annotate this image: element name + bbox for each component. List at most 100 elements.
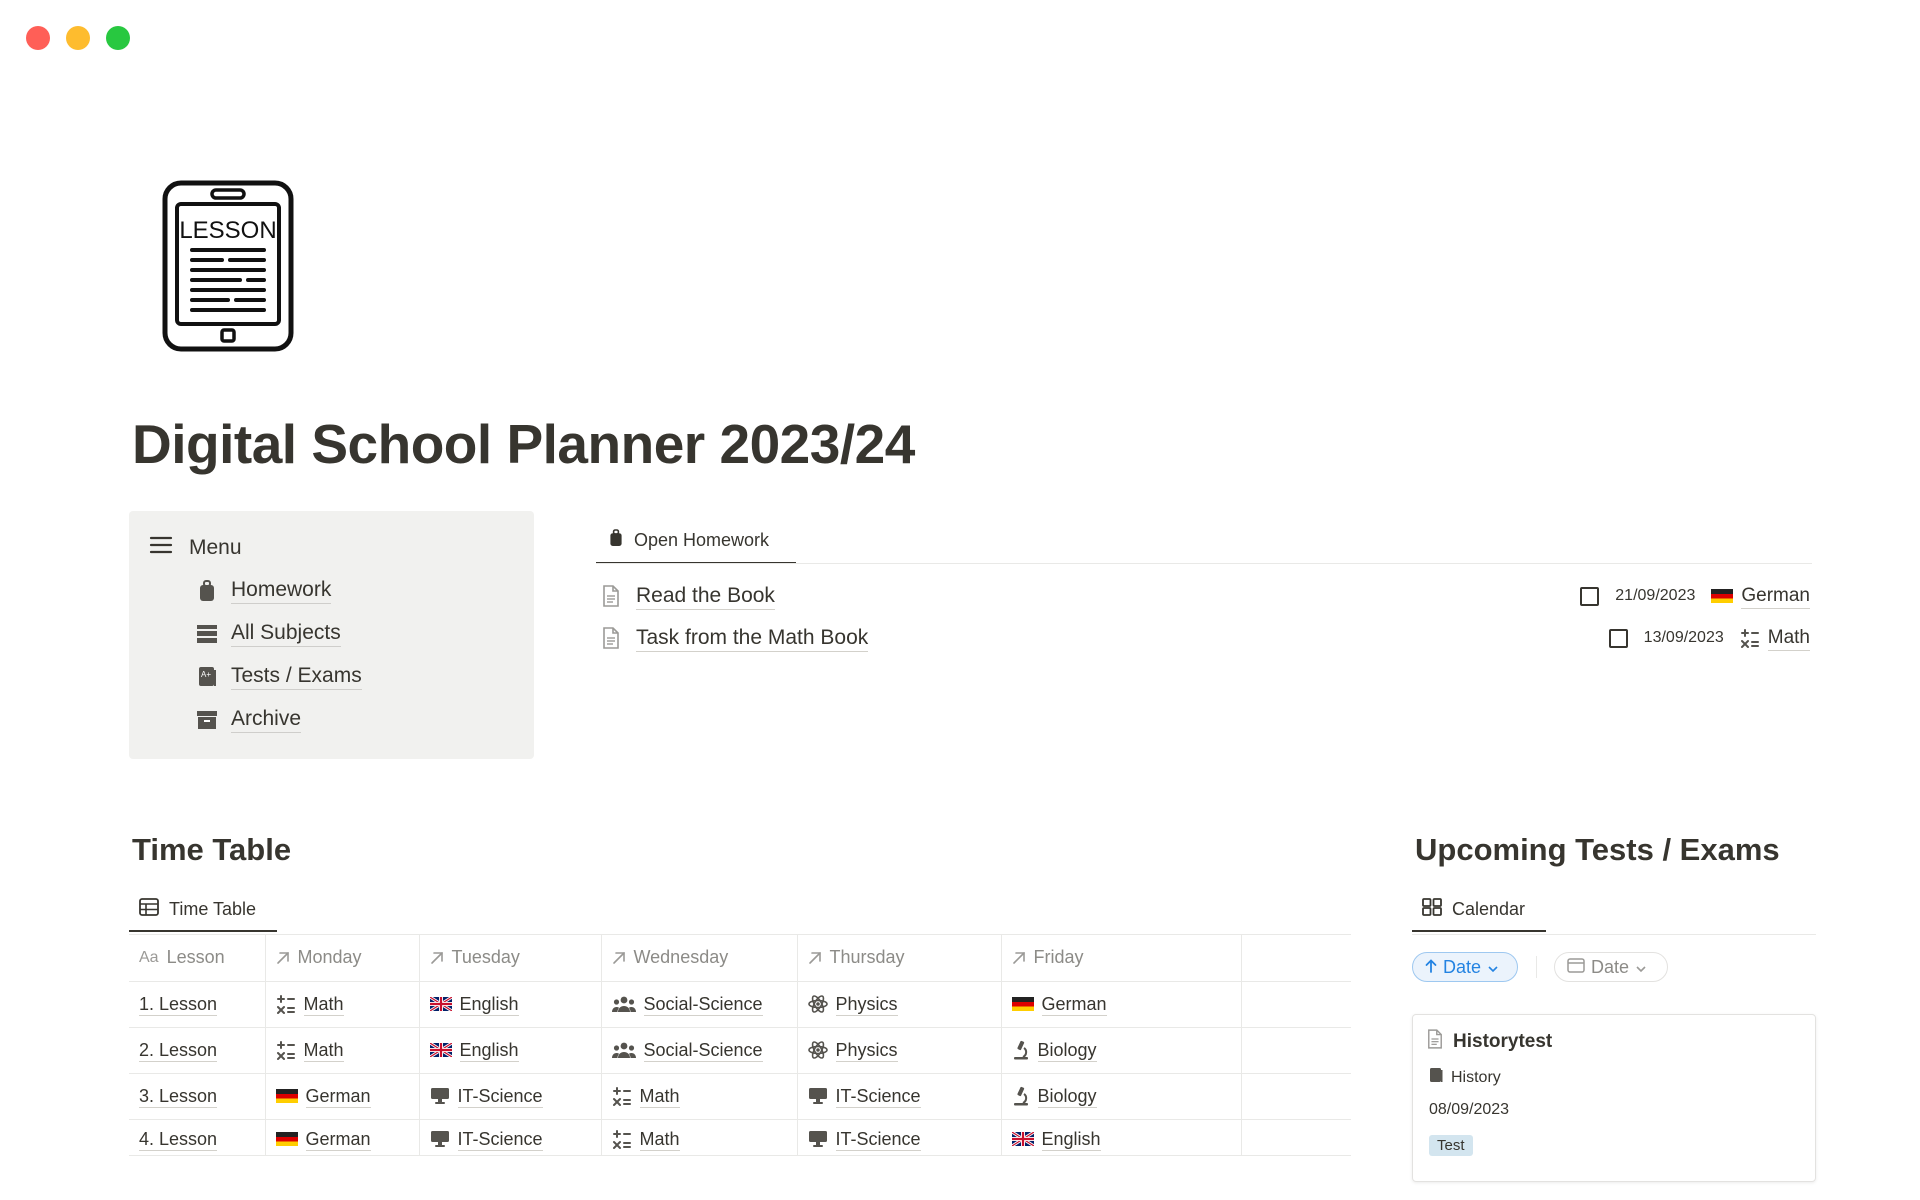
card-date: 08/09/2023 <box>1429 1101 1510 1118</box>
done-checkbox[interactable] <box>1608 628 1628 648</box>
done-checkbox[interactable] <box>1580 586 1600 606</box>
test-card[interactable]: Historytest History 08/09/2023 Test <box>1412 1014 1816 1182</box>
subject-cell[interactable]: Biology <box>1001 1027 1242 1074</box>
computer-icon <box>808 1088 827 1104</box>
math-icon <box>612 1130 631 1149</box>
lesson-name: 4. Lesson <box>139 1128 218 1151</box>
card-title-row: Historytest <box>1427 1029 1552 1055</box>
relation-arrow-icon <box>1012 951 1025 964</box>
column-header[interactable]: Aa Lesson <box>129 935 266 982</box>
subject-name: IT-Science <box>835 1128 921 1151</box>
column-header[interactable]: Monday <box>265 935 420 982</box>
subject-name: Math <box>639 1128 680 1151</box>
menu-item-label: Homework <box>231 577 332 604</box>
menu-item-archive[interactable]: Archive <box>195 698 362 741</box>
subject-cell[interactable]: Math <box>601 1119 798 1156</box>
menu-item-tests-exams[interactable]: A+ Tests / Exams <box>195 655 362 698</box>
subject-relation[interactable]: Math <box>1740 626 1810 651</box>
lesson-cell[interactable]: 3. Lesson <box>129 1073 266 1120</box>
subject-cell[interactable]: English <box>419 981 602 1028</box>
subject-cell[interactable]: IT-Science <box>419 1073 602 1120</box>
backpack-icon <box>195 579 219 603</box>
table-row[interactable]: 4. Lesson German IT-Science Math IT-Science E… <box>129 1119 1351 1156</box>
tab-open-homework[interactable]: Open Homework <box>596 518 796 564</box>
subject-name: German <box>1741 584 1810 609</box>
column-header[interactable]: Friday <box>1001 935 1242 982</box>
homework-properties: 21/09/2023 German <box>1580 584 1810 609</box>
subject-name: English <box>459 1039 519 1062</box>
maximize-window-button[interactable] <box>106 26 130 50</box>
column-header[interactable]: Wednesday <box>601 935 798 982</box>
subject-cell[interactable]: Social-Science <box>601 1027 798 1074</box>
subject-cell[interactable]: Social-Science <box>601 981 798 1028</box>
subject-cell[interactable]: Biology <box>1001 1073 1242 1120</box>
empty-cell <box>1241 1027 1351 1074</box>
menu-header: Menu <box>149 535 242 560</box>
table-row[interactable]: 1. Lesson Math English Social-Science Physic… <box>129 981 1351 1028</box>
card-type-tag: Test <box>1429 1135 1473 1156</box>
subject-cell[interactable]: Math <box>265 1027 420 1074</box>
subject-name: German <box>1041 993 1107 1016</box>
document-icon <box>1427 1029 1443 1055</box>
people-group-icon <box>611 996 636 1012</box>
subject-relation[interactable]: German <box>1711 584 1810 609</box>
subject-cell[interactable]: IT-Science <box>797 1073 1002 1120</box>
subject-cell[interactable]: German <box>265 1073 420 1120</box>
minimize-window-button[interactable] <box>66 26 90 50</box>
math-icon <box>1740 629 1759 648</box>
toolbar-divider <box>1536 956 1537 978</box>
subject-cell[interactable]: German <box>1001 981 1242 1028</box>
math-icon <box>276 995 295 1014</box>
sort-date-button[interactable]: Date <box>1412 952 1518 982</box>
homework-row[interactable]: Task from the Math Book 13/09/2023 Math <box>598 618 1810 658</box>
book-icon <box>1429 1067 1443 1088</box>
close-window-button[interactable] <box>26 26 50 50</box>
subject-cell[interactable]: German <box>265 1119 420 1156</box>
menu-item-homework[interactable]: Homework <box>195 569 362 612</box>
homework-row[interactable]: Read the Book 21/09/2023 German <box>598 576 1810 616</box>
computer-icon <box>430 1088 449 1104</box>
hamburger-menu-icon <box>149 535 173 560</box>
table-icon <box>139 897 159 921</box>
column-header-label: Tuesday <box>451 947 520 968</box>
menu-label: Menu <box>189 535 242 559</box>
due-date: 13/09/2023 <box>1643 629 1724 646</box>
menu-list: Homework All Subjects A+ Tests / Exams A… <box>195 569 362 741</box>
column-header[interactable]: Tuesday <box>419 935 602 982</box>
document-icon <box>598 583 624 609</box>
menu-item-all-subjects[interactable]: All Subjects <box>195 612 362 655</box>
svg-text:A+: A+ <box>201 670 211 679</box>
tab-time-table[interactable]: Time Table <box>129 888 277 932</box>
subject-name: IT-Science <box>457 1085 543 1108</box>
stack-icon <box>195 622 219 646</box>
table-row[interactable]: 3. Lesson German IT-Science Math IT-Science B… <box>129 1073 1351 1120</box>
subject-cell[interactable]: IT-Science <box>797 1119 1002 1156</box>
tab-calendar[interactable]: Calendar <box>1412 888 1546 932</box>
lesson-cell[interactable]: 4. Lesson <box>129 1119 266 1156</box>
subject-cell[interactable]: English <box>419 1027 602 1074</box>
card-subject-name: History <box>1451 1068 1501 1086</box>
homework-title[interactable]: Read the Book <box>636 583 775 610</box>
homework-title[interactable]: Task from the Math Book <box>636 625 869 652</box>
subject-cell[interactable]: Math <box>601 1073 798 1120</box>
lesson-cell[interactable]: 2. Lesson <box>129 1027 266 1074</box>
filter-date-button[interactable]: Date <box>1554 952 1668 982</box>
subject-cell[interactable]: English <box>1001 1119 1242 1156</box>
subject-cell[interactable]: Math <box>265 981 420 1028</box>
subject-cell[interactable]: Physics <box>797 981 1002 1028</box>
empty-cell <box>1241 1073 1351 1120</box>
lesson-tablet-icon[interactable]: LESSON <box>162 180 294 352</box>
tab-label: Open Homework <box>634 529 770 550</box>
lesson-name: 1. Lesson <box>139 993 218 1016</box>
lesson-cell[interactable]: 1. Lesson <box>129 981 266 1028</box>
german-flag-icon <box>275 1132 298 1146</box>
empty-cell <box>1241 981 1351 1028</box>
table-header-row: Aa Lesson Monday Tuesday Wednesday Thursday Fr… <box>129 935 1351 982</box>
subject-cell[interactable]: IT-Science <box>419 1119 602 1156</box>
table-row[interactable]: 2. Lesson Math English Social-Science Physic… <box>129 1027 1351 1074</box>
column-header[interactable]: Thursday <box>797 935 1002 982</box>
timetable-table: Aa Lesson Monday Tuesday Wednesday Thursday Fr… <box>129 935 1351 1156</box>
chevron-down-icon <box>1635 957 1647 978</box>
subject-cell[interactable]: Physics <box>797 1027 1002 1074</box>
microscope-icon <box>1013 1086 1028 1106</box>
